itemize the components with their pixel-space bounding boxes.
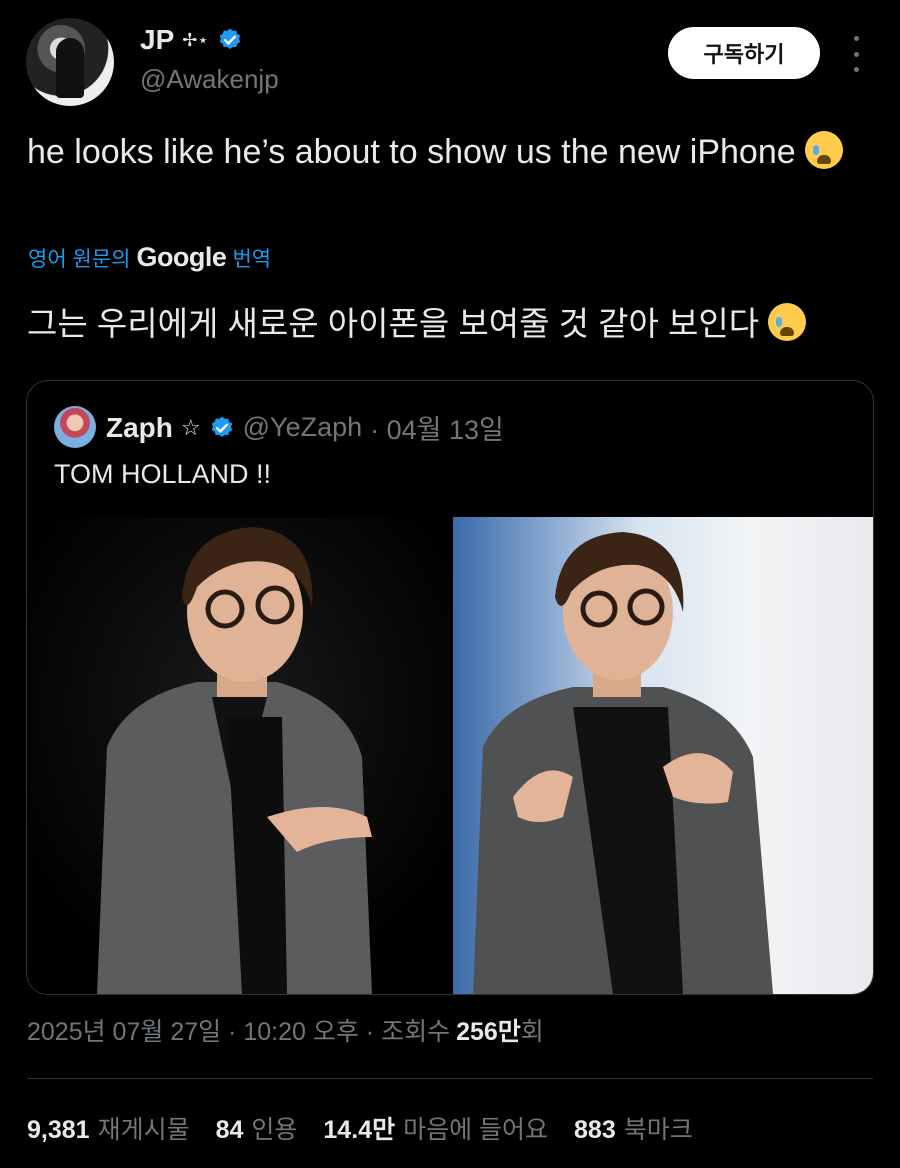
loudly-crying-face-icon <box>805 131 844 169</box>
quoted-tweet[interactable]: Zaph ☆ @YeZaph · 04월 13일 TOM HOLLAND !! <box>26 380 874 995</box>
quoted-image-right[interactable] <box>453 517 873 994</box>
quoted-handle[interactable]: @YeZaph <box>243 412 363 443</box>
quoted-text: TOM HOLLAND !! <box>54 459 272 489</box>
loudly-crying-face-icon <box>768 303 807 341</box>
more-options-icon[interactable] <box>846 36 866 72</box>
views-count: 256만 <box>456 1018 521 1046</box>
google-logo: Google <box>136 242 227 272</box>
tweet-text: he looks like he’s about to show us the … <box>27 128 867 176</box>
quoted-name[interactable]: Zaph <box>106 412 173 444</box>
quoted-date[interactable]: · 04월 13일 <box>370 408 504 447</box>
tweet-meta: 2025년 07월 27일 · 10:20 오후 · 조회수 256만회 <box>27 1012 544 1048</box>
author-handle[interactable]: @Awakenjp <box>140 64 279 95</box>
author-name[interactable]: JP <box>140 24 174 56</box>
tweet-body: he looks like he’s about to show us the … <box>27 133 796 171</box>
subscribe-button[interactable]: 구독하기 <box>668 27 820 79</box>
quoted-header: Zaph ☆ @YeZaph · 04월 13일 <box>106 408 504 447</box>
engagement-stats: 9,381 재게시물 84 인용 14.4만 마음에 들어요 883 북마크 <box>27 1110 693 1146</box>
views-suffix: 회 <box>520 1018 544 1046</box>
divider <box>27 1078 873 1079</box>
author-name-row: JP ✢⋆ <box>140 24 243 56</box>
timestamp[interactable]: 2025년 07월 27일 · 10:20 오후 · 조회수 <box>27 1012 450 1048</box>
quoted-avatar[interactable] <box>54 406 96 448</box>
stat-bookmarks[interactable]: 883 북마크 <box>574 1110 693 1146</box>
stat-quotes[interactable]: 84 인용 <box>216 1110 298 1146</box>
author-name-decoration: ✢⋆ <box>182 29 209 50</box>
translated-text: 그는 우리에게 새로운 아이폰을 보여줄 것 같아 보인다 <box>27 300 807 348</box>
person-on-dark-stage-image <box>27 517 449 994</box>
stat-reposts[interactable]: 9,381 재게시물 <box>27 1110 190 1146</box>
translate-prefix: 영어 원문의 <box>28 247 131 271</box>
author-avatar[interactable] <box>26 18 114 106</box>
verified-badge-icon <box>219 28 240 49</box>
star-icon: ☆ <box>180 414 201 440</box>
quoted-image-left[interactable] <box>27 517 449 994</box>
person-on-bright-stage-image <box>473 532 773 994</box>
translate-suffix: 번역 <box>232 247 272 271</box>
stat-likes[interactable]: 14.4만 마음에 들어요 <box>323 1110 548 1146</box>
translated-body: 그는 우리에게 새로운 아이폰을 보여줄 것 같아 보인다 <box>27 305 760 342</box>
verified-badge-icon <box>211 416 232 437</box>
translation-attribution[interactable]: 영어 원문의 Google 번역 <box>28 242 271 273</box>
avatar-figure <box>56 38 84 98</box>
